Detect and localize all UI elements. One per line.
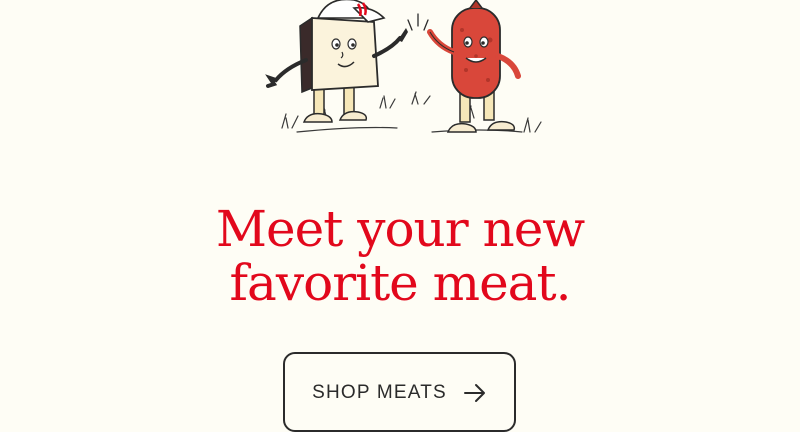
shop-meats-label: SHOP MEATS [312,382,447,403]
headline-line-1: Meet your new [215,200,585,258]
arrow-right-icon [463,384,485,402]
shop-meats-button[interactable]: SHOP MEATS [283,352,516,432]
headline-line-2: favorite meat. [229,254,572,312]
cheese-character [265,0,408,123]
high-five-sparks [407,13,429,31]
salami-character [427,0,521,133]
hero-headline: Meet your new favorite meat. [0,202,800,310]
mascot-illustration [265,0,542,133]
